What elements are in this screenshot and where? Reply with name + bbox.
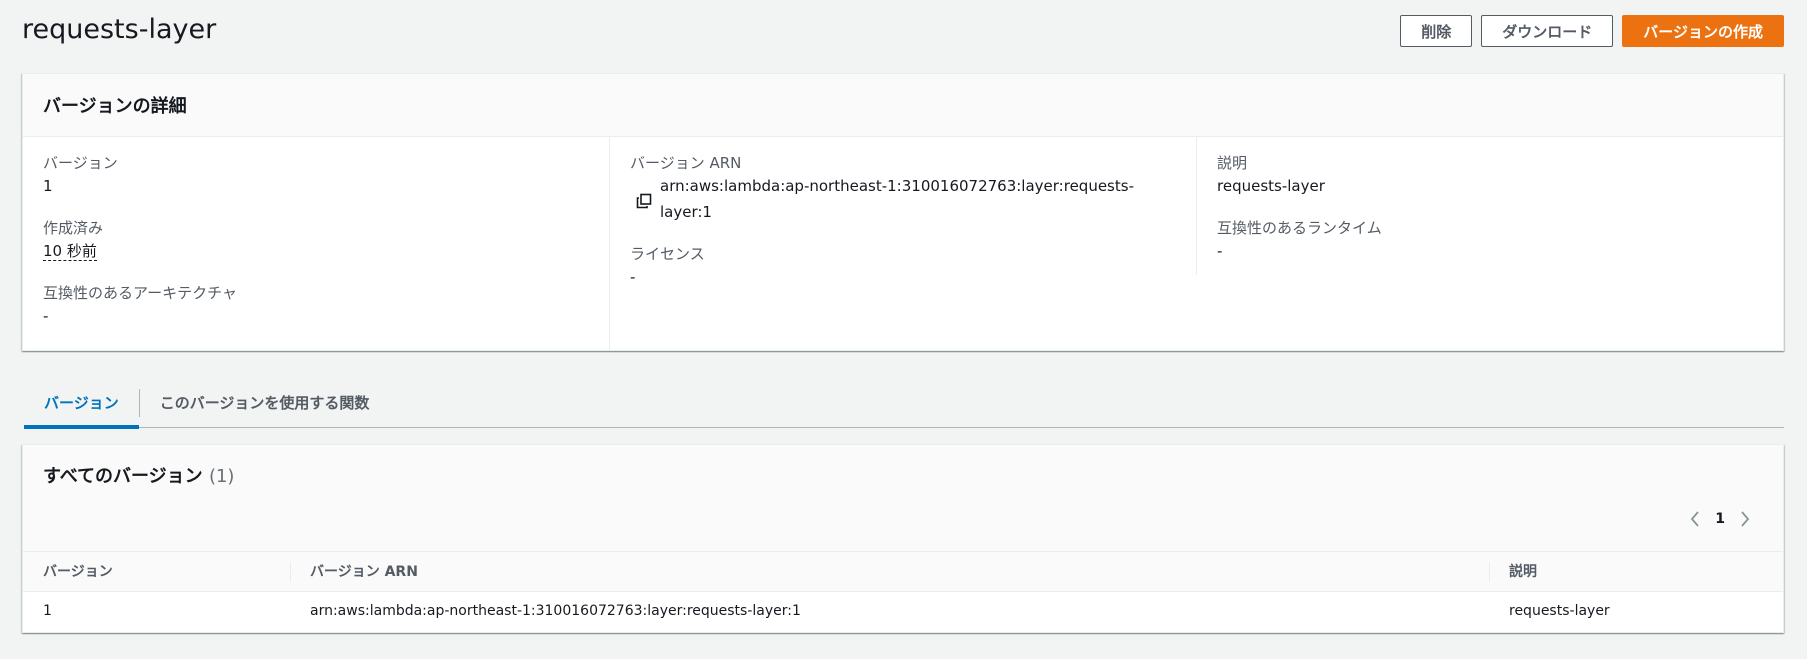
architecture-value: - (43, 307, 49, 325)
details-column-1: バージョン 1 作成済み 10 秒前 互換性のあるアーキテクチャ - (23, 137, 609, 351)
tab-bar: バージョン このバージョンを使用する関数 (24, 378, 1784, 429)
version-details-panel: バージョンの詳細 バージョン 1 作成済み 10 秒前 互換性のあるアーキテクチ… (22, 73, 1784, 351)
pagination: 1 (43, 510, 1763, 528)
chevron-left-icon[interactable] (1689, 510, 1701, 528)
column-header-version[interactable]: バージョン (23, 552, 290, 592)
versions-count: (1) (208, 466, 235, 487)
tab-versions[interactable]: バージョン (24, 378, 139, 429)
create-version-button[interactable]: バージョンの作成 (1622, 15, 1784, 47)
created-label: 作成済み (43, 219, 104, 237)
chevron-right-icon[interactable] (1739, 510, 1751, 528)
page-header: requests-layer 削除 ダウンロード バージョンの作成 (22, 0, 1784, 62)
runtime-value: - (1217, 242, 1223, 260)
architecture-label: 互換性のあるアーキテクチャ (43, 284, 237, 302)
delete-button[interactable]: 削除 (1400, 15, 1473, 47)
runtime-label: 互換性のあるランタイム (1217, 219, 1382, 237)
version-value: 1 (43, 177, 53, 195)
version-label: バージョン (43, 154, 118, 172)
row-description: requests-layer (1509, 603, 1610, 620)
all-versions-header: すべてのバージョン (1) 1 (23, 445, 1783, 552)
description-value: requests-layer (1217, 177, 1325, 195)
column-header-arn[interactable]: バージョン ARN (290, 552, 1489, 592)
all-versions-panel: すべてのバージョン (1) 1 バージョン バージョン ARN 説明 1 arn… (22, 444, 1784, 633)
version-details-title: バージョンの詳細 (43, 96, 187, 117)
arn-value: arn:aws:lambda:ap-northeast-1:3100160727… (660, 177, 1134, 221)
license-label: ライセンス (630, 245, 705, 263)
row-arn: arn:aws:lambda:ap-northeast-1:3100160727… (310, 603, 801, 620)
license-value: - (630, 268, 636, 286)
column-header-description[interactable]: 説明 (1489, 552, 1783, 592)
all-versions-title-text: すべてのバージョン (43, 466, 203, 487)
tab-functions[interactable]: このバージョンを使用する関数 (140, 378, 390, 428)
table-row: 1 arn:aws:lambda:ap-northeast-1:31001607… (23, 591, 1783, 631)
created-value[interactable]: 10 秒前 (43, 242, 97, 261)
all-versions-title: すべてのバージョン (1) (43, 462, 1763, 488)
page-number[interactable]: 1 (1715, 511, 1725, 527)
arn-label: バージョン ARN (630, 154, 742, 172)
version-details-header: バージョンの詳細 (23, 74, 1783, 137)
details-column-3: 説明 requests-layer 互換性のあるランタイム - (1196, 137, 1783, 275)
download-button[interactable]: ダウンロード (1481, 15, 1614, 47)
details-column-2: バージョン ARN arn:aws:lambda:ap-northeast-1:… (609, 137, 1196, 351)
header-actions: 削除 ダウンロード バージョンの作成 (1400, 15, 1784, 47)
row-version[interactable]: 1 (23, 591, 290, 631)
page-title: requests-layer (22, 13, 217, 45)
copy-icon[interactable] (636, 191, 652, 209)
versions-table: バージョン バージョン ARN 説明 1 arn:aws:lambda:ap-n… (23, 552, 1783, 631)
description-label: 説明 (1217, 154, 1248, 172)
